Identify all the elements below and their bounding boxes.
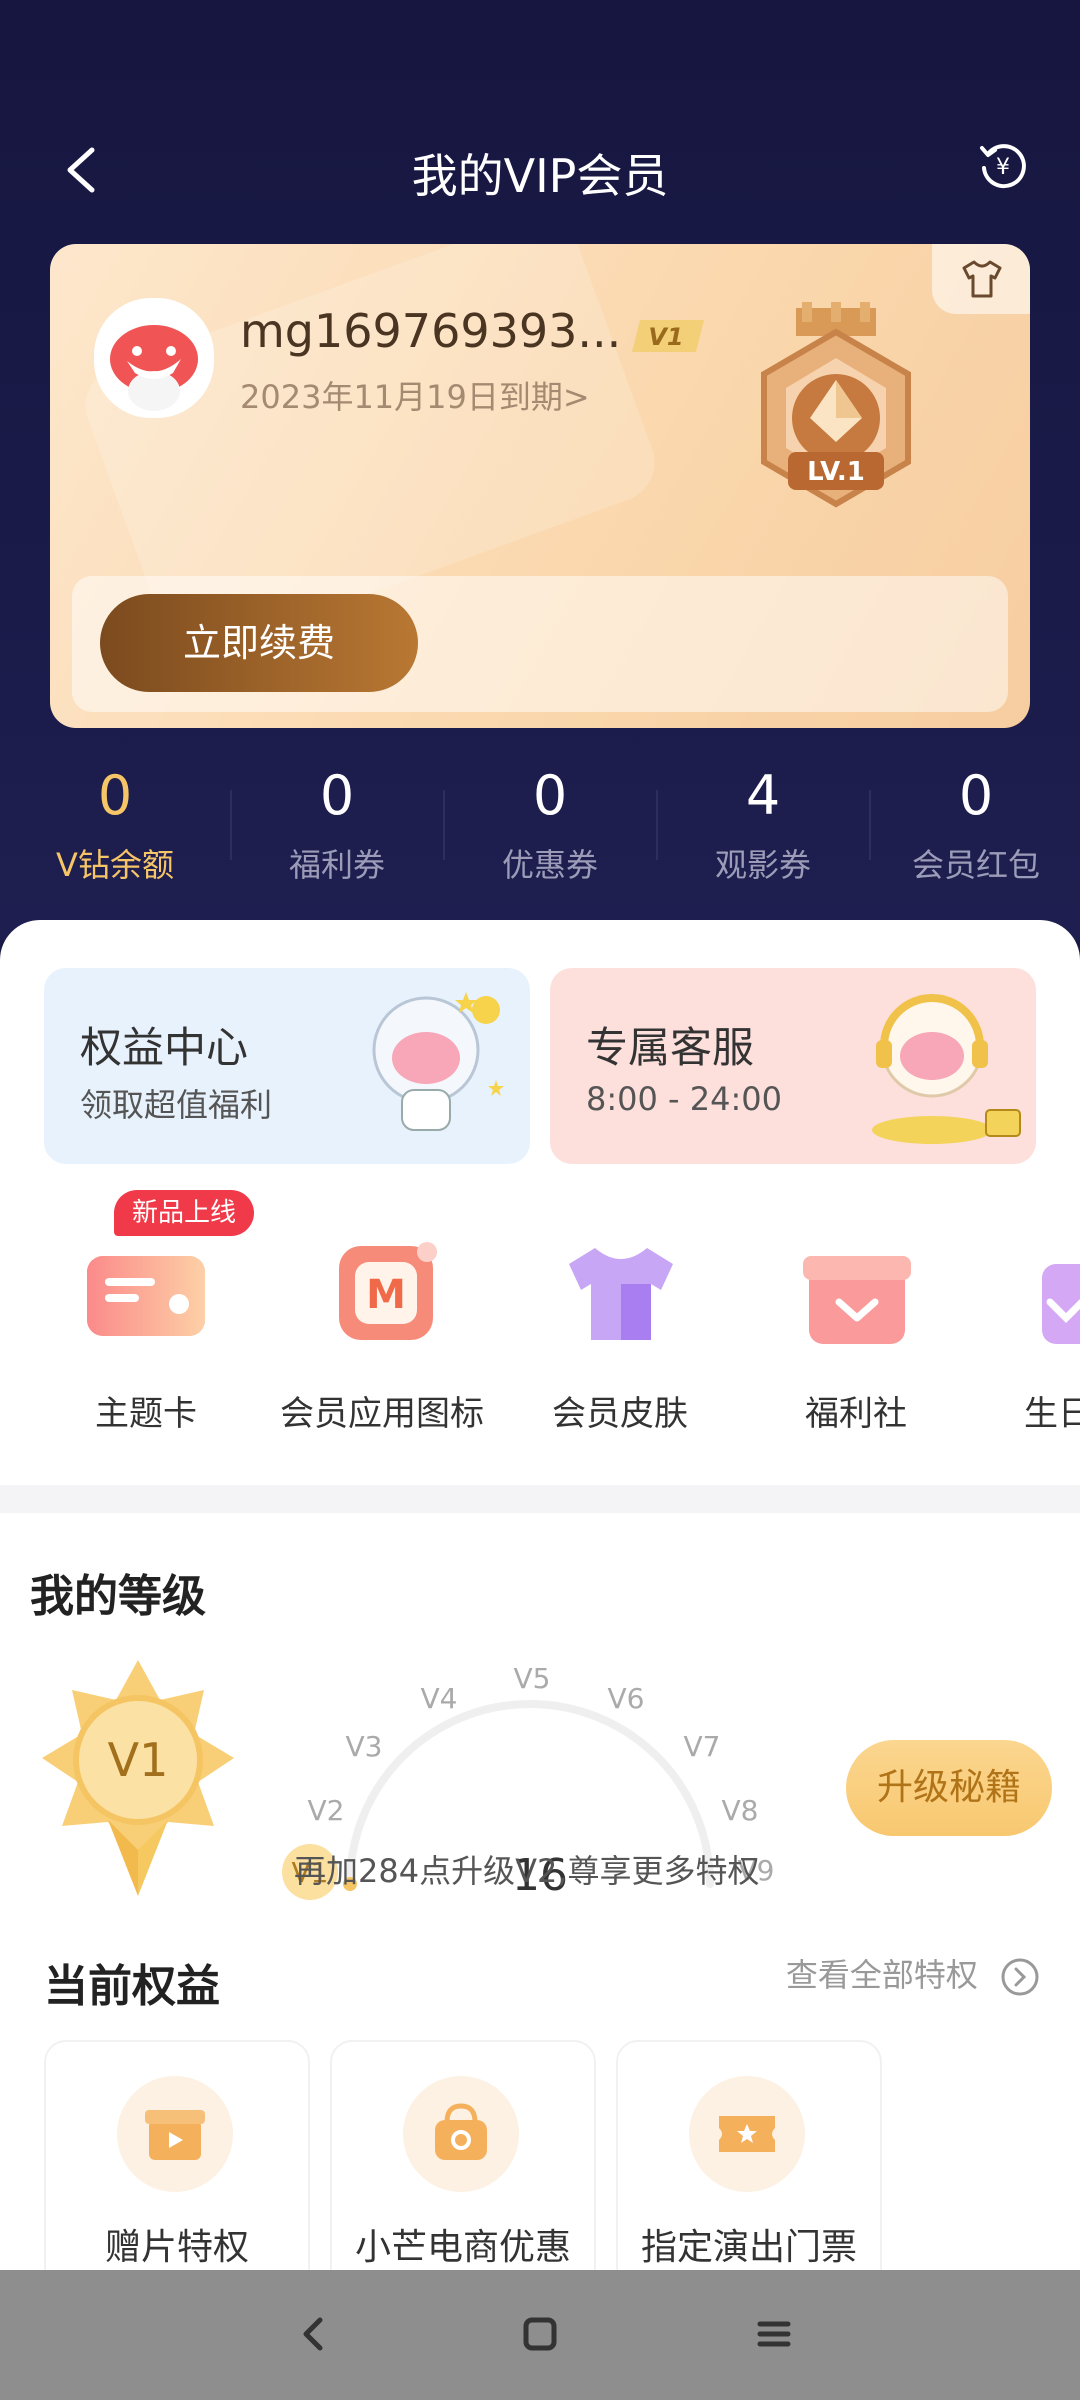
svg-text:V2: V2 bbox=[308, 1794, 345, 1827]
benefit-center-card[interactable]: 权益中心 领取超值福利 bbox=[44, 968, 530, 1164]
svg-text:V3: V3 bbox=[346, 1730, 383, 1763]
vip-member-card: mg169769393... V1 2023年11月19日到期> LV.1 立即… bbox=[50, 244, 1030, 728]
ticket-star-icon bbox=[689, 2076, 805, 2192]
level-medal-icon: LV.1 bbox=[761, 302, 911, 508]
avatar[interactable] bbox=[94, 298, 214, 418]
theme-card-icon bbox=[81, 1240, 211, 1350]
gift-box-icon bbox=[791, 1240, 921, 1350]
mascot-avatar-icon bbox=[97, 301, 211, 415]
new-product-tag: 新品上线 bbox=[114, 1190, 255, 1236]
nav-back-icon[interactable] bbox=[296, 2314, 328, 2354]
nav-menu-icon[interactable] bbox=[756, 2316, 792, 2352]
quick-link-theme-card[interactable]: 主题卡 bbox=[26, 1240, 266, 1435]
yuan-refresh-icon[interactable]: ¥ bbox=[976, 138, 1030, 192]
main-content: 权益中心 领取超值福利 专属客服 8:00 - 24:00 新品上线 主题卡 M… bbox=[0, 920, 1080, 2304]
level-upgrade-hint: 再加284点升级V2,尊享更多特权 bbox=[294, 1852, 760, 1890]
quick-link-birthday[interactable]: 生日 bbox=[972, 1240, 1080, 1435]
quick-link-app-icon[interactable]: M 会员应用图标 bbox=[262, 1240, 502, 1435]
benefit-mango-shop[interactable]: 小芒电商优惠 bbox=[330, 2040, 596, 2304]
quick-link-member-skin[interactable]: 会员皮肤 bbox=[500, 1240, 740, 1435]
customer-service-card[interactable]: 专属客服 8:00 - 24:00 bbox=[550, 968, 1036, 1164]
renew-now-button[interactable]: 立即续费 bbox=[100, 594, 418, 692]
upgrade-tips-button[interactable]: 升级秘籍 bbox=[846, 1740, 1052, 1836]
svg-text:V1: V1 bbox=[648, 323, 683, 351]
nav-home-icon[interactable] bbox=[522, 2316, 558, 2352]
quick-link-welfare-club[interactable]: 福利社 bbox=[736, 1240, 976, 1435]
svg-text:¥: ¥ bbox=[996, 155, 1010, 180]
vip-level-badge: V1 bbox=[630, 316, 712, 356]
shopping-bag-icon bbox=[403, 2076, 519, 2192]
svg-text:V6: V6 bbox=[608, 1682, 645, 1715]
current-benefits-title: 当前权益 bbox=[44, 1961, 220, 2012]
v1-level-medal-icon: V1 bbox=[42, 1660, 234, 1896]
astronaut-mascot-icon bbox=[372, 992, 504, 1131]
svg-text:LV.1: LV.1 bbox=[807, 457, 865, 487]
app-icon-icon: M bbox=[317, 1240, 447, 1350]
top-header-area: 我的VIP会员 ¥ mg169769393... V1 2023年11月19日到… bbox=[0, 0, 1080, 940]
headphone-mascot-icon bbox=[872, 994, 1021, 1144]
benefit-show-ticket[interactable]: 指定演出门票 bbox=[616, 2040, 882, 2304]
svg-text:V1: V1 bbox=[108, 1733, 169, 1787]
birthday-icon bbox=[1036, 1240, 1080, 1350]
username: mg169769393... bbox=[240, 304, 622, 358]
tshirt-icon bbox=[962, 260, 1002, 298]
shirt-tab[interactable] bbox=[932, 244, 1030, 314]
stat-member-redpacket[interactable]: 0 会员红包 bbox=[871, 764, 1080, 886]
section-divider bbox=[0, 1485, 1080, 1513]
expiry-date-link[interactable]: 2023年11月19日到期> bbox=[240, 372, 590, 418]
my-level-title: 我的等级 bbox=[30, 1571, 206, 1622]
svg-text:M: M bbox=[366, 1272, 406, 1318]
svg-text:V4: V4 bbox=[421, 1682, 458, 1715]
benefit-gift-movie[interactable]: 赠片特权 bbox=[44, 2040, 310, 2304]
gift-play-icon bbox=[117, 2076, 233, 2192]
see-all-privileges-link[interactable]: 查看全部特权 bbox=[786, 1950, 1040, 1997]
stat-discount-coupon[interactable]: 0 优惠券 bbox=[445, 764, 655, 886]
skin-shirt-icon bbox=[555, 1240, 685, 1350]
svg-text:V8: V8 bbox=[722, 1794, 759, 1827]
stat-vdiamond-balance[interactable]: 0 V钻余额 bbox=[10, 764, 220, 886]
page-title: 我的VIP会员 bbox=[411, 149, 669, 203]
system-navigation-bar bbox=[0, 2270, 1080, 2400]
chevron-circle-icon bbox=[1001, 1958, 1039, 1996]
stat-movie-ticket[interactable]: 4 观影券 bbox=[658, 764, 868, 886]
svg-text:V5: V5 bbox=[514, 1662, 551, 1695]
svg-text:V7: V7 bbox=[684, 1730, 721, 1763]
stat-welfare-coupon[interactable]: 0 福利券 bbox=[232, 764, 442, 886]
